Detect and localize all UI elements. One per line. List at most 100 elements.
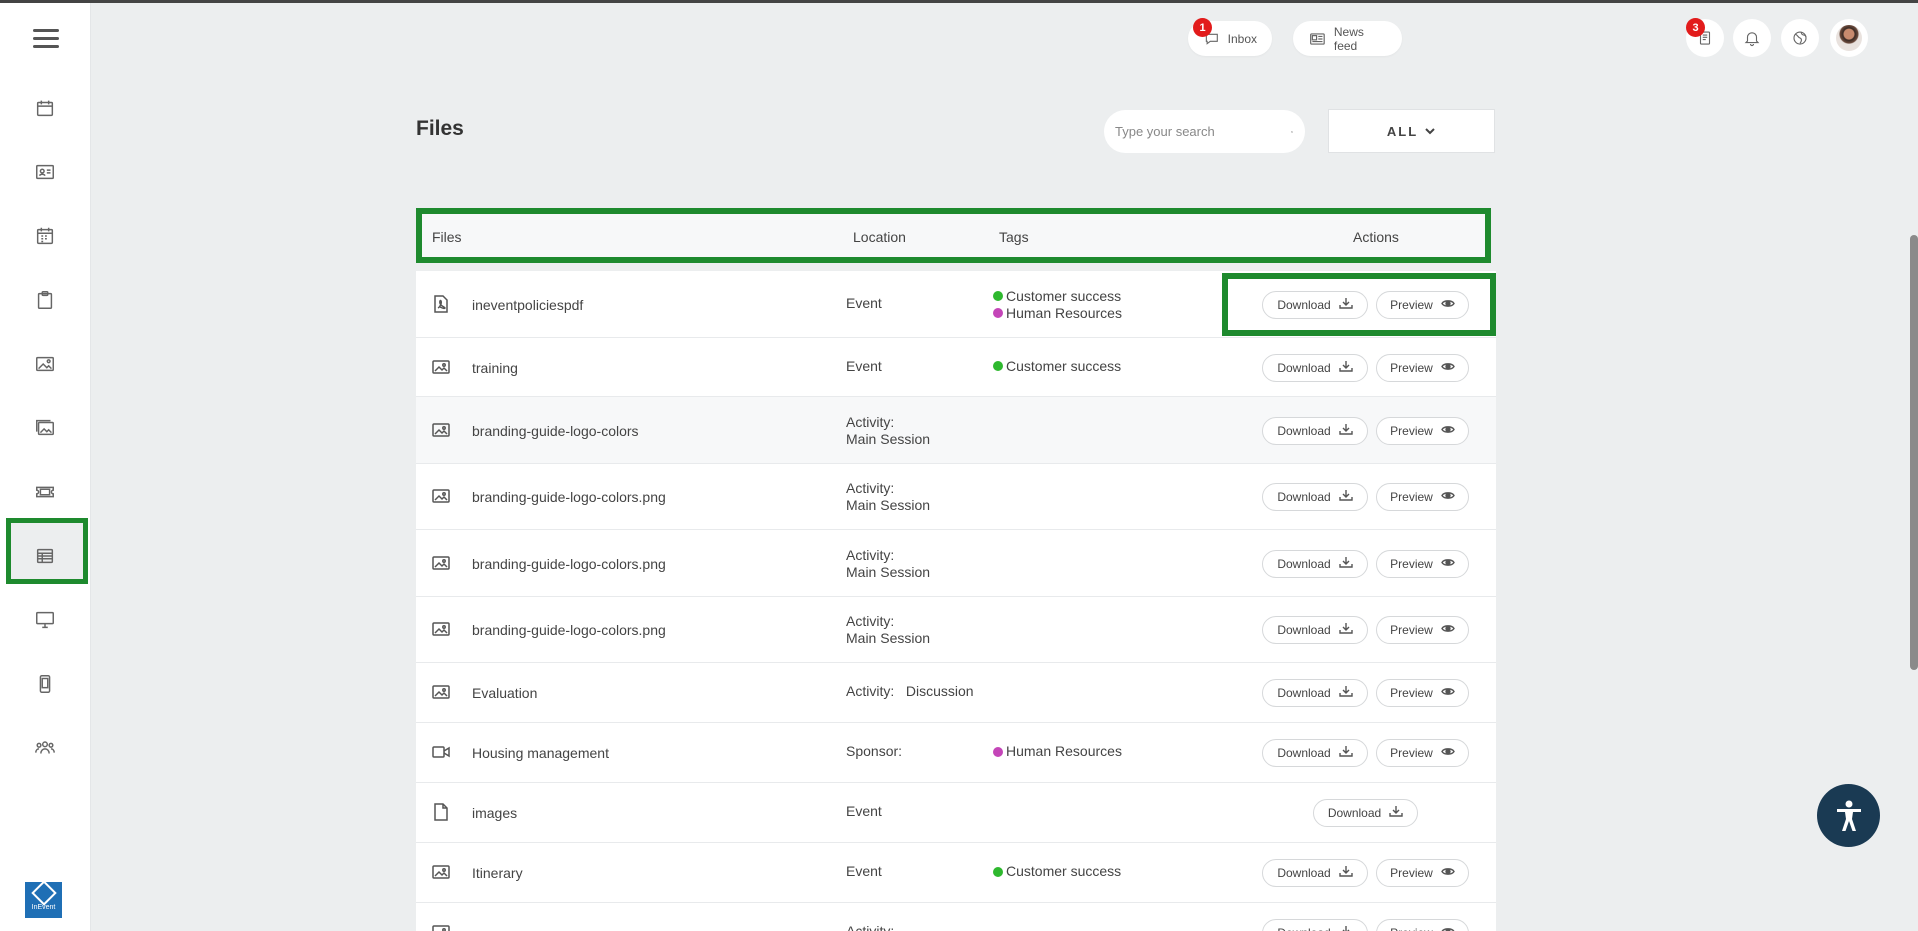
- sidebar-item-people[interactable]: [32, 735, 58, 761]
- vertical-scrollbar[interactable]: [1910, 235, 1918, 670]
- accessibility-button[interactable]: [1817, 784, 1880, 847]
- tag-color-dot: [993, 866, 1003, 877]
- newsfeed-button[interactable]: News feed: [1293, 21, 1402, 56]
- file-name: Evaluation: [472, 685, 538, 701]
- newsfeed-label: News feed: [1333, 24, 1364, 53]
- file-name: branding-guide-logo-colors.png: [472, 489, 666, 505]
- download-button[interactable]: Download: [1262, 919, 1368, 931]
- location-line-1: Activity:: [846, 413, 895, 430]
- preview-button[interactable]: Preview: [1376, 859, 1469, 887]
- download-label: Download: [1327, 806, 1382, 820]
- download-button[interactable]: Download: [1262, 859, 1368, 887]
- preview-label: Preview: [1390, 926, 1433, 931]
- sidebar-item-calendar[interactable]: [32, 95, 58, 121]
- id-card-icon: [36, 164, 54, 180]
- sidebar-item-image[interactable]: [32, 351, 58, 377]
- filter-label: ALL: [1386, 123, 1419, 139]
- image-icon: [432, 487, 450, 503]
- tag-label: Customer success: [1006, 357, 1122, 374]
- sidebar-item-gallery[interactable]: [32, 415, 58, 441]
- eye-icon: [1433, 423, 1455, 439]
- sidebar-item-schedule[interactable]: [32, 223, 58, 249]
- tag: Customer success: [993, 863, 1121, 880]
- avatar-photo: [1836, 25, 1862, 51]
- sidebar-item-mobile[interactable]: [32, 671, 58, 697]
- accessibility-icon: [1836, 800, 1861, 831]
- download-icon: [1331, 423, 1353, 439]
- preview-label: Preview: [1390, 423, 1433, 438]
- preview-button[interactable]: Preview: [1376, 679, 1469, 707]
- file-location: Event: [846, 803, 882, 820]
- image-icon: [432, 863, 450, 879]
- file-tags: Customer success: [993, 358, 1121, 375]
- brand-logo[interactable]: InEvent: [25, 879, 62, 918]
- language-button[interactable]: [1781, 19, 1819, 57]
- eye-icon: [1433, 685, 1455, 701]
- download-button[interactable]: Download: [1262, 483, 1368, 511]
- file-name: Housing management: [472, 745, 609, 761]
- preview-button[interactable]: Preview: [1376, 549, 1469, 578]
- download-label: Download: [1277, 926, 1330, 931]
- eye-icon: [1433, 745, 1455, 761]
- download-button[interactable]: Download: [1262, 616, 1368, 644]
- download-button[interactable]: Download: [1262, 739, 1368, 767]
- image-icon: [432, 358, 450, 374]
- window-top-border: [0, 0, 1918, 3]
- filter-dropdown[interactable]: ALL: [1328, 109, 1495, 153]
- tag: Human Resources: [993, 743, 1122, 760]
- download-button[interactable]: Download: [1262, 679, 1368, 707]
- column-header-tags: Tags: [999, 229, 1029, 245]
- preview-button[interactable]: Preview: [1376, 739, 1469, 767]
- notifications-button[interactable]: [1733, 19, 1771, 57]
- table-row: branding-guide-logo-colors.png Activity:…: [416, 530, 1496, 597]
- file-location: Activity:: [846, 923, 894, 931]
- search-input[interactable]: [1115, 124, 1291, 139]
- tag-label: Human Resources: [1006, 304, 1122, 321]
- user-avatar[interactable]: [1830, 19, 1868, 57]
- download-button[interactable]: Download: [1262, 549, 1368, 578]
- download-icon: [1331, 685, 1353, 701]
- preview-button[interactable]: Preview: [1376, 353, 1469, 382]
- eye-icon: [1433, 865, 1455, 881]
- location-line-2: Main Session: [846, 430, 931, 447]
- calendar-grid-icon: [36, 227, 54, 245]
- download-button[interactable]: Download: [1262, 353, 1368, 382]
- column-header-files: Files: [432, 229, 462, 245]
- sidebar-item-screen[interactable]: [32, 607, 58, 633]
- mobile-icon: [39, 675, 51, 693]
- sidebar-item-files[interactable]: [32, 543, 58, 569]
- download-button[interactable]: Download: [1313, 799, 1418, 827]
- file-name: branding-guide-logo-colors.png: [472, 555, 666, 572]
- sidebar-item-clipboard[interactable]: [32, 287, 58, 313]
- download-label: Download: [1277, 866, 1331, 880]
- sidebar-item-tickets[interactable]: [32, 479, 58, 505]
- preview-button[interactable]: Preview: [1376, 616, 1469, 644]
- search-icon[interactable]: [1291, 125, 1293, 139]
- location-line-1: Activity: Discussion: [846, 683, 974, 699]
- notes-badge: 3: [1686, 18, 1705, 37]
- table-row: Itinerary Event Customer success Download…: [416, 843, 1496, 903]
- image-icon: [432, 421, 450, 437]
- monitor-icon: [36, 611, 54, 629]
- tag-color-dot: [993, 361, 1003, 371]
- download-label: Download: [1277, 423, 1331, 438]
- table-row: ineventpoliciespdf Event Customer succes…: [416, 271, 1496, 338]
- preview-label: Preview: [1390, 556, 1433, 571]
- sidebar-item-contacts[interactable]: [32, 159, 58, 185]
- image-icon: [432, 683, 450, 699]
- file-name: Itinerary: [472, 865, 523, 881]
- preview-button[interactable]: Preview: [1376, 416, 1469, 445]
- location-line-1: Activity:: [846, 613, 895, 629]
- menu-icon[interactable]: [33, 29, 59, 49]
- tag: Human Resources: [993, 305, 1122, 322]
- table-header: Files Location Tags Actions: [416, 208, 1491, 263]
- file-location: Event: [846, 863, 882, 880]
- download-button[interactable]: Download: [1262, 416, 1368, 445]
- location-line-1: Event: [846, 863, 882, 879]
- file-name: branding-guide-logo-colors.png: [472, 622, 666, 638]
- preview-button[interactable]: Preview: [1376, 483, 1469, 511]
- preview-label: Preview: [1390, 686, 1433, 700]
- preview-button[interactable]: Preview: [1376, 919, 1469, 931]
- search-box[interactable]: [1104, 110, 1305, 153]
- inbox-badge: 1: [1193, 18, 1212, 37]
